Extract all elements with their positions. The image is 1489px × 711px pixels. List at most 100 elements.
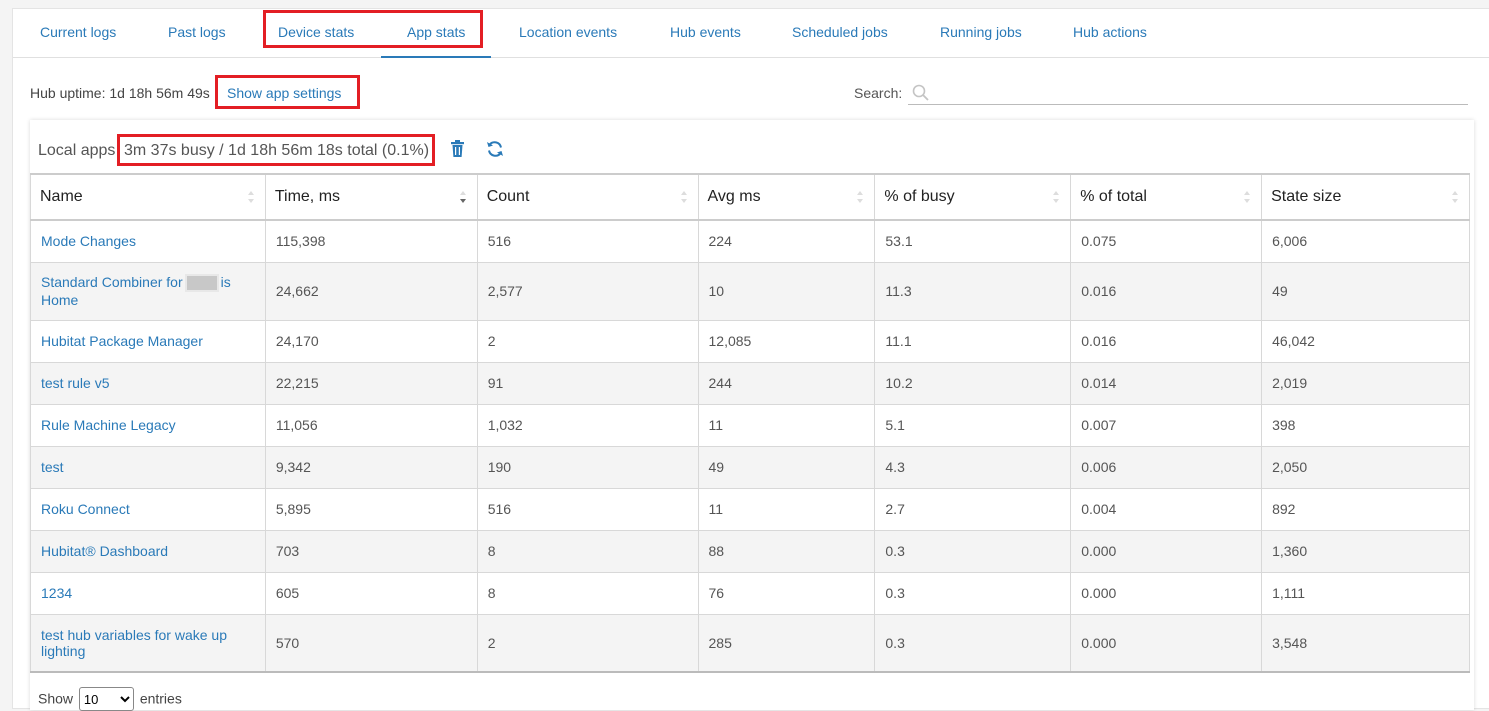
cell-time: 605 <box>264 571 478 615</box>
table-row: Hubitat Package Manager 24,170 2 12,085 … <box>30 319 1470 363</box>
cell-total: 0.004 <box>1070 487 1263 531</box>
busy-stats: 3m 37s busy / 1d 18h 56m 18s total (0.1%… <box>124 142 430 159</box>
entries-label: entries <box>139 690 182 707</box>
tab-past-logs[interactable]: Past logs <box>168 24 226 40</box>
cell-total: 0.016 <box>1070 261 1263 321</box>
search-label: Search: <box>854 85 903 101</box>
sort-icon <box>680 191 687 203</box>
search-field <box>908 81 1468 105</box>
refresh-icon[interactable] <box>486 140 504 163</box>
cell-avg: 49 <box>697 445 876 489</box>
card-title: Local apps <box>38 142 116 159</box>
cell-busy: 5.1 <box>874 403 1072 447</box>
app-link[interactable]: test <box>41 459 64 475</box>
tab-device-stats[interactable]: Device stats <box>278 24 354 40</box>
hub-uptime: Hub uptime: 1d 18h 56m 49s <box>30 85 210 101</box>
app-link[interactable]: Mode Changes <box>41 233 136 249</box>
column-header-name[interactable]: Name <box>30 173 266 221</box>
app-link[interactable]: Hubitat® Dashboard <box>41 543 168 559</box>
cell-time: 11,056 <box>264 403 478 447</box>
trash-icon[interactable] <box>450 140 465 163</box>
cell-busy: 4.3 <box>874 445 1072 489</box>
cell-busy: 0.3 <box>874 613 1072 673</box>
column-header-total[interactable]: % of total <box>1070 173 1263 221</box>
tab-app-stats[interactable]: App stats <box>380 24 492 58</box>
cell-count: 8 <box>476 529 699 573</box>
cell-count: 1,032 <box>476 403 699 447</box>
search-input[interactable] <box>936 81 1464 103</box>
app-link[interactable]: Standard Combiner for is Home <box>41 274 231 308</box>
sort-icon <box>1452 191 1458 203</box>
app-link[interactable]: Roku Connect <box>41 501 130 517</box>
tab-hub-actions[interactable]: Hub actions <box>1073 24 1147 40</box>
cell-avg: 76 <box>697 571 876 615</box>
table-row: test hub variables for wake up lighting … <box>30 613 1470 673</box>
tab-scheduled-jobs[interactable]: Scheduled jobs <box>792 24 888 40</box>
local-apps-card: Local apps 3m 37s busy / 1d 18h 56m 18s … <box>30 120 1474 711</box>
cell-avg: 88 <box>697 529 876 573</box>
cell-count: 2 <box>476 613 699 673</box>
cell-avg: 244 <box>697 361 876 405</box>
cell-avg: 11 <box>697 403 876 447</box>
cell-busy: 2.7 <box>874 487 1072 531</box>
cell-state-size: 1,360 <box>1261 529 1470 573</box>
show-label: Show <box>38 690 74 707</box>
column-header-time[interactable]: Time, ms <box>264 173 478 221</box>
cell-state-size: 49 <box>1261 261 1470 321</box>
cell-total: 0.075 <box>1070 219 1263 263</box>
cell-state-size: 3,548 <box>1261 613 1470 673</box>
logs-panel: Current logs Past logs Device stats App … <box>12 8 1489 711</box>
tab-running-jobs[interactable]: Running jobs <box>940 24 1022 40</box>
cell-busy: 11.1 <box>874 319 1072 363</box>
cell-avg: 285 <box>697 613 876 673</box>
cell-time: 5,895 <box>264 487 478 531</box>
cell-time: 22,215 <box>264 361 478 405</box>
cell-state-size: 6,006 <box>1261 219 1470 263</box>
table-header-row: Name Time, ms Count Avg ms % of busy % o… <box>30 173 1470 221</box>
cell-time: 703 <box>264 529 478 573</box>
table-row: Standard Combiner for is Home 24,662 2,57… <box>30 261 1470 321</box>
cell-state-size: 398 <box>1261 403 1470 447</box>
cell-count: 2 <box>476 319 699 363</box>
column-header-count[interactable]: Count <box>476 173 699 221</box>
page-size-select[interactable]: 10 <box>78 687 134 711</box>
app-link[interactable]: test rule v5 <box>41 375 109 391</box>
sort-icon <box>247 191 254 203</box>
cell-busy: 0.3 <box>874 571 1072 615</box>
app-link[interactable]: 1234 <box>41 585 72 601</box>
cell-count: 2,577 <box>476 261 699 321</box>
cell-total: 0.000 <box>1070 529 1263 573</box>
cell-time: 24,662 <box>264 261 478 321</box>
cell-avg: 10 <box>697 261 876 321</box>
tab-bar: Current logs Past logs Device stats App … <box>13 9 1489 58</box>
cell-count: 8 <box>476 571 699 615</box>
column-header-state-size[interactable]: State size <box>1261 173 1470 221</box>
app-link[interactable]: Rule Machine Legacy <box>41 417 176 433</box>
sort-desc-icon <box>459 191 466 203</box>
show-app-settings-link[interactable]: Show app settings <box>227 85 341 101</box>
column-header-avg[interactable]: Avg ms <box>697 173 876 221</box>
cell-total: 0.014 <box>1070 361 1263 405</box>
search-icon <box>912 84 929 101</box>
cell-count: 91 <box>476 361 699 405</box>
cell-state-size: 46,042 <box>1261 319 1470 363</box>
column-header-busy[interactable]: % of busy <box>874 173 1072 221</box>
cell-total: 0.006 <box>1070 445 1263 489</box>
app-link[interactable]: Hubitat Package Manager <box>41 333 203 349</box>
tab-current-logs[interactable]: Current logs <box>40 24 116 40</box>
cell-time: 9,342 <box>264 445 478 489</box>
tab-location-events[interactable]: Location events <box>519 24 617 40</box>
cell-busy: 0.3 <box>874 529 1072 573</box>
cell-avg: 224 <box>697 219 876 263</box>
tab-hub-events[interactable]: Hub events <box>670 24 741 40</box>
cell-total: 0.000 <box>1070 613 1263 673</box>
cell-time: 570 <box>264 613 478 673</box>
table-row: Hubitat® Dashboard 703 8 88 0.3 0.000 1,… <box>30 529 1470 573</box>
app-link[interactable]: test hub variables for wake up lighting <box>41 627 227 659</box>
cell-avg: 11 <box>697 487 876 531</box>
table-row: test rule v5 22,215 91 244 10.2 0.014 2,… <box>30 361 1470 405</box>
cell-state-size: 2,019 <box>1261 361 1470 405</box>
table-row: test 9,342 190 49 4.3 0.006 2,050 <box>30 445 1470 489</box>
cell-total: 0.016 <box>1070 319 1263 363</box>
cell-state-size: 892 <box>1261 487 1470 531</box>
